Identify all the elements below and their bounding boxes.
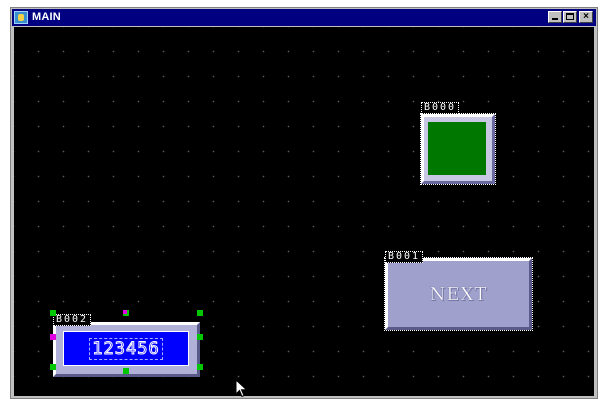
- resize-handle-top-left[interactable]: [50, 310, 56, 316]
- minimize-button[interactable]: [548, 11, 562, 23]
- title-bar[interactable]: MAIN ×: [12, 9, 596, 26]
- widget-tag-b002: B002: [53, 314, 92, 326]
- main-window: MAIN × B000 NEXT B001 123456 B002: [10, 7, 598, 399]
- lamp-widget-b000[interactable]: [420, 113, 496, 185]
- close-icon: ×: [583, 11, 589, 22]
- maximize-button[interactable]: [563, 11, 577, 23]
- arrow-pointer-icon: [235, 379, 248, 398]
- close-button[interactable]: ×: [579, 11, 593, 23]
- resize-handle-bottom-right[interactable]: [197, 364, 203, 370]
- widget-tag-b001: B001: [385, 251, 424, 263]
- resize-handle-top-right[interactable]: [197, 310, 203, 316]
- numeric-value: 123456: [89, 337, 163, 360]
- window-title: MAIN: [32, 11, 61, 23]
- widget-tag-b000: B000: [421, 102, 460, 114]
- resize-handle-bottom-left[interactable]: [50, 364, 56, 370]
- design-canvas[interactable]: B000 NEXT B001 123456 B002: [14, 27, 594, 398]
- lamp-face: [428, 122, 486, 175]
- resize-handle-bottom-middle[interactable]: [123, 368, 129, 374]
- next-button-b001[interactable]: NEXT: [384, 257, 533, 331]
- maximize-icon: [566, 13, 574, 20]
- numeric-display-face: 123456: [63, 331, 189, 366]
- anchor-marker: [123, 310, 127, 314]
- resize-handle-middle-right[interactable]: [197, 334, 203, 340]
- next-button-label: NEXT: [429, 283, 488, 305]
- app-icon[interactable]: [14, 11, 28, 24]
- minimize-icon: [552, 18, 558, 20]
- resize-handle-middle-left[interactable]: [50, 334, 56, 340]
